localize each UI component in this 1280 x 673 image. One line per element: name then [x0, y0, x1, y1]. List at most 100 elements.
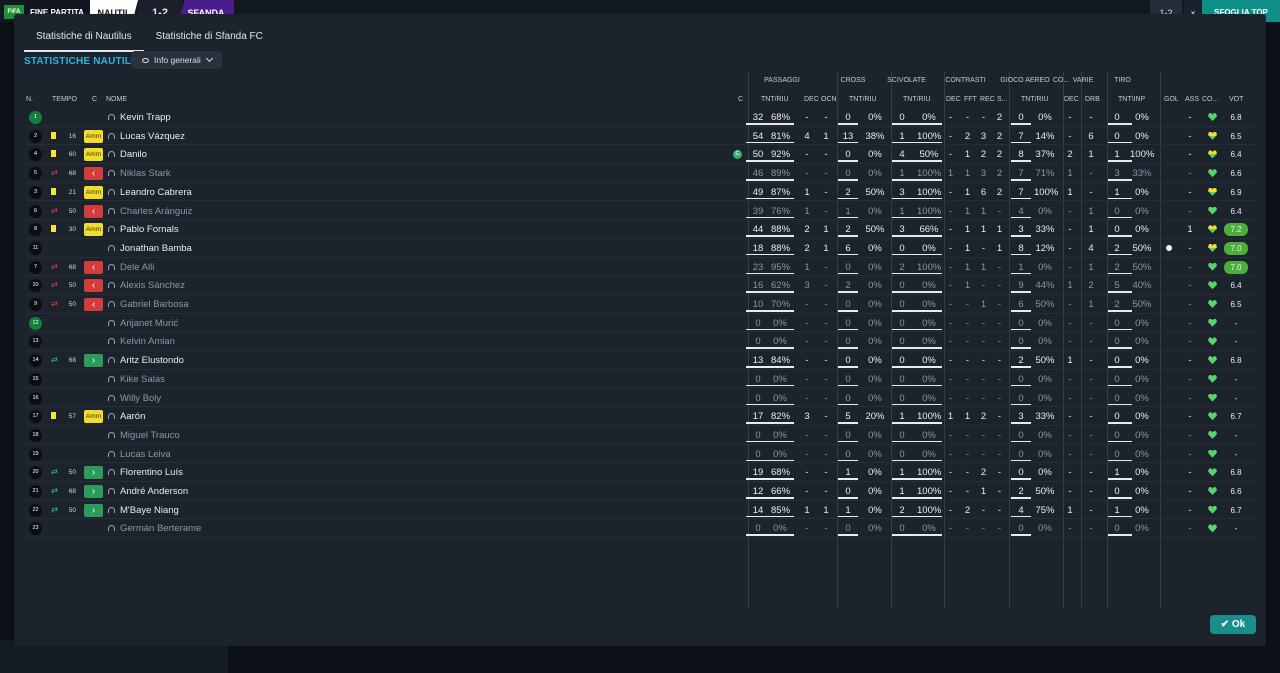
column-header[interactable]: C — [738, 95, 743, 105]
player-name[interactable]: Gabriel Barbosa — [120, 295, 189, 313]
player-name[interactable]: Danilo — [120, 145, 147, 163]
ok-button[interactable]: ✔ Ok — [1210, 615, 1256, 634]
player-name[interactable]: Willy Boly — [120, 389, 161, 407]
player-name[interactable]: Leandro Cabrera — [120, 183, 192, 201]
table-row[interactable]: 14 ⇄ 68 › Aritz Elustondo 13 84% - -0 0% 0 0% - - - -2 5… — [26, 351, 1256, 370]
stat-df: 1 — [964, 149, 971, 161]
stat-dd: - — [948, 205, 953, 217]
stat-underline — [1108, 123, 1132, 125]
player-name[interactable]: Miguel Trauco — [120, 426, 180, 444]
stat-underline — [746, 459, 794, 462]
stat-underline — [1108, 440, 1132, 443]
stat-pd: - — [805, 112, 809, 123]
column-header[interactable]: VOT — [1229, 95, 1243, 105]
table-row[interactable]: 17 57 Amm Aarón 17 82% 3-5 20% 1 100% 1 1 2-3 33% - -0 0… — [26, 407, 1256, 426]
table-row[interactable]: 7 ⇄ 68 ‹ Dele Alli 23 95% 1-0 0% 2 100% -1 1-1 0% -1 2 5… — [26, 258, 1256, 277]
column-header[interactable]: TNT\INP — [1118, 95, 1145, 105]
stat-cp: 0% — [868, 392, 882, 404]
column-header[interactable]: DEC — [1064, 95, 1079, 105]
column-header[interactable]: TNT/RIU — [903, 95, 931, 105]
column-header[interactable]: TNT/RIU — [761, 95, 789, 105]
table-row[interactable]: 15 Kike Salas 0 0% - -0 0% 0 0% - - - -0 0% - -0 0% - - — [26, 370, 1256, 389]
view-dropdown[interactable]: Info generali — [132, 51, 222, 69]
column-header[interactable]: NOME — [106, 95, 127, 105]
heart-icon — [1208, 449, 1217, 458]
stat-cp: 0% — [868, 448, 882, 460]
stat-dd: - — [948, 429, 953, 441]
table-row[interactable]: 5 ⇄ 68 ‹ Niklas Stark 46 89% - -0 0% 1 100% 1 1 3 2 7 71%… — [26, 164, 1256, 183]
player-name[interactable]: Aritz Elustondo — [120, 351, 184, 369]
stat-tp: 50% — [1132, 299, 1152, 310]
table-row[interactable]: 9 ⇄ 50 ‹ Gabriel Barbosa 10 70% - -0 0% 0 0% - -1-6 50… — [26, 295, 1256, 314]
tab-sfanda-stats[interactable]: Statistiche di Sfanda FC — [144, 26, 275, 52]
table-row[interactable]: 10 ⇄ 50 ‹ Alexis Sánchez 16 62% 3-2 0% 0 0% -1- -9 44… — [26, 276, 1256, 295]
table-row[interactable]: 3 21 Amm Leandro Cabrera 49 87% 1-2 50% 3 100% -1 6… — [26, 183, 1256, 202]
column-header[interactable]: DEC — [946, 95, 961, 105]
player-name[interactable]: Florentino Luís — [120, 463, 183, 481]
stat-pd: 1 — [804, 186, 810, 198]
table-row[interactable]: 22 ⇄ 50 › M'Baye Niang 14 85% 1 1 1 0% 2 100% -2- -4 75… — [26, 501, 1256, 520]
table-row[interactable]: 2 16 Amm Lucas Vázquez 54 81% 4 1 13 38% 1 100% -2 3 2… — [26, 127, 1256, 146]
player-name[interactable]: Pablo Fornals — [120, 220, 179, 238]
column-header[interactable]: TEMPO — [52, 95, 77, 105]
stat-underline — [1011, 366, 1031, 368]
player-name[interactable]: André Anderson — [120, 482, 188, 500]
table-row[interactable]: 6 ⇄ 50 ‹ Charles Aránguiz 39 76% 1-1 0% 1 100% -1 1-… — [26, 202, 1256, 221]
stat-po: 1 — [823, 224, 829, 236]
column-header[interactable]: OCN — [821, 95, 837, 105]
column-header[interactable]: GOL — [1164, 95, 1179, 105]
stat-dd: - — [948, 149, 953, 161]
heart-icon — [1208, 206, 1217, 215]
table-row[interactable]: 12 Arijanet Murić 0 0% - -0 0% 0 0% - - - -0 0% - -0 0% -… — [26, 314, 1256, 333]
player-name[interactable]: Kelvin Amian — [120, 332, 175, 350]
tab-nautilus-stats[interactable]: Statistiche di Nautilus — [24, 26, 144, 52]
stat-ass: - — [1188, 299, 1192, 310]
table-row[interactable]: 8 30 Amm Pablo Fornals 44 88% 2 1 2 50% 3 66% -1 1 1 3 3… — [26, 220, 1256, 239]
column-header[interactable]: S... — [997, 95, 1008, 105]
player-name[interactable]: M'Baye Niang — [120, 501, 179, 519]
column-header[interactable]: C — [92, 95, 97, 105]
table-row[interactable]: 21 ⇄ 68 › André Anderson 12 66% - -0 0% 1 100% - -1-2… — [26, 482, 1256, 501]
column-header[interactable]: TNT/RIU — [1021, 95, 1049, 105]
column-header[interactable]: N. — [26, 95, 33, 105]
player-name[interactable]: Germán Berterame — [120, 519, 201, 537]
table-row[interactable]: 19 Lucas Leiva 0 0% - -0 0% 0 0% - - - -0 0% - -0 0% - - — [26, 445, 1256, 464]
stat-underline — [892, 291, 942, 293]
column-header[interactable]: DRB — [1085, 95, 1100, 105]
column-header[interactable]: DEC — [804, 95, 819, 105]
table-row[interactable]: 13 Kelvin Amian 0 0% - -0 0% 0 0% - - - -0 0% - -0 0% - - — [26, 332, 1256, 352]
player-name[interactable]: Dele Alli — [120, 258, 154, 276]
player-name[interactable]: Aarón — [120, 407, 145, 425]
shirt-number: 17 — [29, 410, 42, 424]
headset-icon — [108, 450, 115, 457]
table-row[interactable]: 4 60 Amm Danilo C 50 92% - -0 0% 4 50% -1 2 2 8 37% 2 1 1 10… — [26, 145, 1256, 165]
stat-underline — [1108, 384, 1132, 387]
column-header[interactable]: REC — [980, 95, 995, 105]
player-name[interactable]: Jonathan Bamba — [120, 239, 192, 257]
stat-tp: 0% — [1135, 392, 1149, 404]
player-name[interactable]: Lucas Vázquez — [120, 127, 185, 145]
player-name[interactable]: Kevin Trapp — [120, 108, 171, 126]
table-row[interactable]: 1 Kevin Trapp 32 68% - -0 0% 0 0% - - -2 0 0% - -0 0% -6.… — [26, 108, 1256, 127]
stat-po: - — [824, 392, 828, 404]
player-name[interactable]: Arijanet Murić — [120, 314, 178, 332]
stat-pd: 1 — [804, 261, 810, 273]
player-name[interactable]: Lucas Leiva — [120, 445, 171, 463]
rating-value: 7.0 — [1224, 241, 1248, 255]
column-header[interactable]: ASS — [1185, 95, 1199, 105]
table-row[interactable]: 11 Jonathan Bamba 18 88% 2 1 6 0% 0 0% -1-1 8 12% -4 2… — [26, 239, 1256, 258]
stat-underline — [892, 328, 942, 331]
column-header[interactable]: CO... — [1202, 95, 1218, 105]
table-row[interactable]: 20 ⇄ 50 › Florentino Luís 19 68% - -1 0% 1 100% - -2-… — [26, 463, 1256, 482]
player-name[interactable]: Alexis Sánchez — [120, 276, 185, 294]
table-row[interactable]: 23 Germán Berterame 0 0% - -0 0% 0 0% - - - -0 0% - -0 0… — [26, 519, 1256, 539]
column-header[interactable]: TNT/RIU — [849, 95, 877, 105]
headset-icon — [108, 469, 115, 476]
table-row[interactable]: 18 Miguel Trauco 0 0% - -0 0% 0 0% - - - -0 0% - -0 0% - - — [26, 426, 1256, 445]
player-name[interactable]: Kike Salas — [120, 370, 165, 388]
player-name[interactable]: Charles Aránguiz — [120, 202, 192, 220]
stat-tp: 33% — [1132, 168, 1152, 180]
table-row[interactable]: 16 Willy Boly 0 0% - -0 0% 0 0% - - - -0 0% - -0 0% - - — [26, 389, 1256, 408]
player-name[interactable]: Niklas Stark — [120, 164, 171, 182]
column-header[interactable]: FFT — [964, 95, 977, 105]
